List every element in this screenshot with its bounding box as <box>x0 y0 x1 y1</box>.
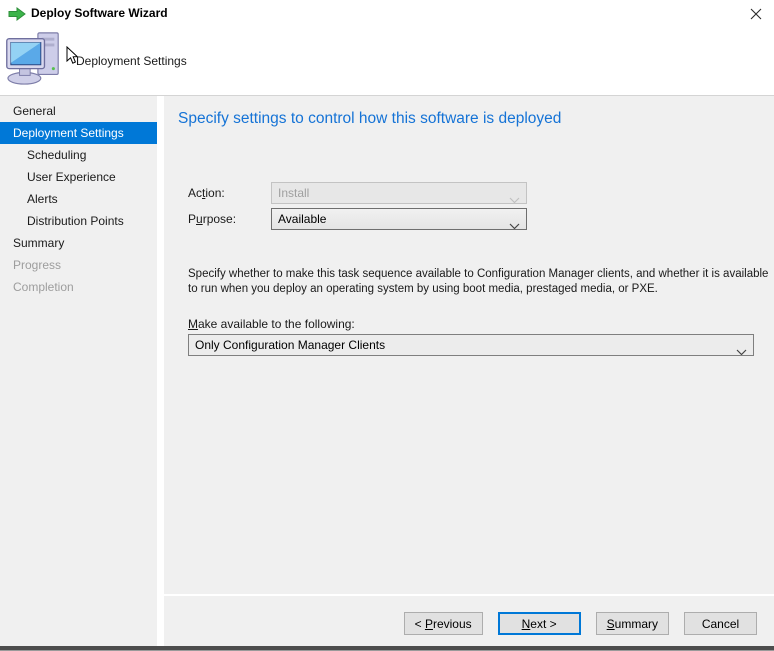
sidebar-divider <box>157 96 164 646</box>
sidebar-item-progress: Progress <box>13 258 62 272</box>
computer-icon <box>6 30 64 86</box>
sidebar-item-alerts[interactable]: Alerts <box>0 188 157 210</box>
action-dropdown-value: Install <box>278 186 310 200</box>
chevron-down-icon <box>736 342 747 355</box>
main-panel: Specify settings to control how this sof… <box>164 96 774 646</box>
footer-separator <box>164 594 774 596</box>
action-label: Action: <box>188 186 225 200</box>
purpose-dropdown-value: Available <box>278 212 327 226</box>
chevron-down-icon <box>509 216 520 229</box>
purpose-dropdown[interactable]: Available <box>271 208 527 230</box>
window-bottom-edge <box>0 646 774 651</box>
purpose-label: Purpose: <box>188 212 237 226</box>
title-bar: Deploy Software Wizard <box>0 0 774 28</box>
close-icon[interactable] <box>747 5 765 23</box>
sidebar-item-deployment-settings[interactable]: Deployment Settings <box>0 122 157 144</box>
make-available-dropdown[interactable]: Only Configuration Manager Clients <box>188 334 754 356</box>
description-text: Specify whether to make this task sequen… <box>188 268 769 295</box>
action-dropdown: Install <box>271 182 527 204</box>
wizard-arrow-icon <box>8 7 26 21</box>
sidebar-item-summary[interactable]: Summary <box>0 232 157 254</box>
sidebar-item-completion: Completion <box>13 280 74 294</box>
window-title: Deploy Software Wizard <box>31 6 168 20</box>
summary-button[interactable]: Summary <box>595 612 669 635</box>
sidebar-item-scheduling[interactable]: Scheduling <box>0 144 157 166</box>
page-title: Deployment Settings <box>76 54 187 68</box>
make-available-dropdown-value: Only Configuration Manager Clients <box>195 338 386 352</box>
wizard-nav-sidebar: General Deployment Settings Scheduling U… <box>0 96 157 646</box>
sidebar-item-general[interactable]: General <box>0 100 157 122</box>
wizard-header: Deployment Settings <box>0 28 774 95</box>
footer-button-row: < Previous Next > Summary Cancel <box>403 612 757 635</box>
sidebar-item-distribution-points[interactable]: Distribution Points <box>0 210 157 232</box>
sidebar-item-user-experience[interactable]: User Experience <box>0 166 157 188</box>
previous-button[interactable]: < Previous <box>403 612 483 635</box>
next-button[interactable]: Next > <box>497 612 581 635</box>
chevron-down-icon <box>509 190 520 203</box>
wizard-body: General Deployment Settings Scheduling U… <box>0 95 774 646</box>
make-available-label: Make available to the following: <box>188 317 355 331</box>
content-heading: Specify settings to control how this sof… <box>178 110 562 127</box>
cancel-button[interactable]: Cancel <box>684 612 757 635</box>
